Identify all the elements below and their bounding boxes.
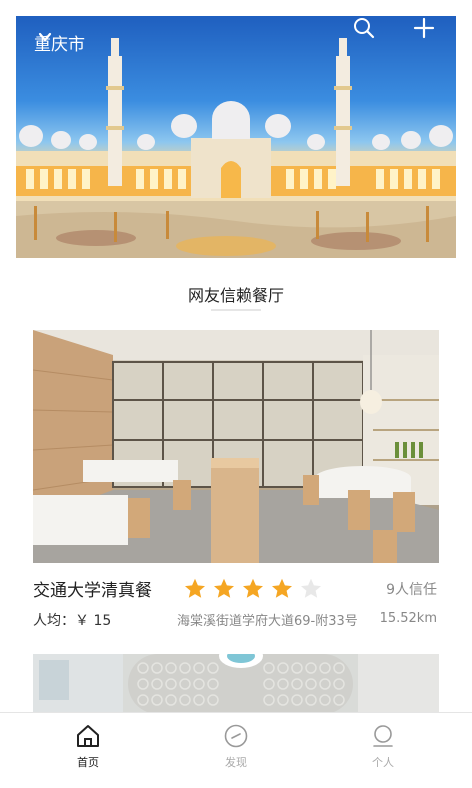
city-selector[interactable]: 重庆市 [34, 30, 85, 55]
tab-profile[interactable]: 个人 [343, 723, 423, 770]
restaurant-info-row: 人均：￥ 15 海棠溪街道学府大道69-附33号 15.52km [33, 608, 439, 630]
tab-home-label: 首页 [77, 756, 99, 769]
section-title: 网友信赖餐厅 [187, 286, 284, 305]
user-icon [373, 725, 393, 747]
restaurant-card[interactable]: 交通大学清真餐 9人信任 人均：￥ 15 海棠溪街道学府大道69-附33号 15… [33, 330, 439, 629]
chevron-down-icon [38, 32, 52, 42]
star-filled-icon [214, 578, 234, 598]
section-underline [211, 309, 261, 311]
star-filled-icon [243, 578, 263, 598]
star-filled-icon [272, 578, 292, 598]
home-icon [77, 725, 99, 747]
star-empty-icon [301, 578, 321, 598]
hero-banner[interactable]: 重庆市 [16, 16, 456, 258]
restaurant-title-row: 交通大学清真餐 9人信任 [33, 574, 439, 604]
restaurant-name[interactable]: 交通大学清真餐 [33, 576, 152, 601]
plus-icon[interactable] [412, 16, 436, 40]
trust-count: 9人信任 [386, 582, 437, 598]
restaurant-distance: 15.52km [379, 611, 437, 626]
compass-icon [224, 724, 248, 748]
top-bar: 重庆市 [16, 16, 456, 68]
tab-profile-label: 个人 [372, 756, 394, 769]
restaurant-photo [33, 330, 439, 563]
tab-discover[interactable]: 发现 [196, 723, 276, 770]
search-icon[interactable] [352, 16, 376, 40]
restaurant-photo-next[interactable] [33, 654, 439, 714]
average-price: 人均：￥ 15 [33, 613, 112, 629]
bottom-tab-bar: 首页 发现 个人 [0, 712, 472, 788]
tab-home[interactable]: 首页 [48, 723, 128, 770]
star-filled-icon [185, 578, 205, 598]
tab-discover-label: 发现 [225, 756, 247, 769]
rating-stars [183, 577, 328, 601]
restaurant-address: 海棠溪街道学府大道69-附33号 [177, 614, 358, 629]
